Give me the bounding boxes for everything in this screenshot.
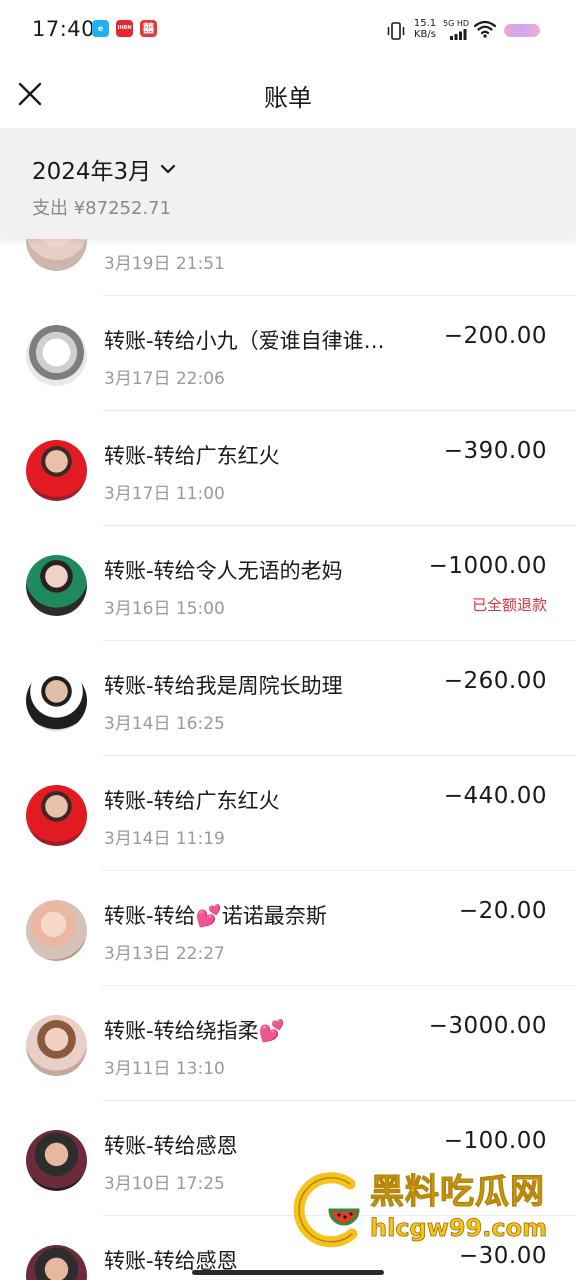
transaction-title: 转账-转给广东红火 [104,444,280,468]
transaction-title: 转账-转给💕诺诺最奈斯 [104,904,327,928]
transaction-time: 3月14日 11:19 [104,829,225,849]
network-speed: 15.1 KB/s [411,18,439,40]
avatar [26,1015,87,1076]
app-notification-icon: 囍 [140,20,157,37]
transaction-title: 转账-转给我是周院长助理 [104,674,343,698]
vibrate-icon [387,22,405,40]
transaction-amount: −1000.00 [428,553,547,579]
transaction-title: 转账-转给令人无语的老妈 [104,559,343,583]
transaction-time: 3月16日 15:00 [104,599,225,619]
month-header: 2024年3月 支出 ¥87252.71 [0,128,576,239]
transaction-amount: −390.00 [443,438,547,464]
avatar [26,325,87,386]
transaction-time: 3月10日 17:25 [104,1174,225,1194]
app-notification-icon: IHBN [116,20,133,37]
watermark: 黑料吃瓜网 hlcgw99.com [292,1160,576,1260]
transaction-time: 3月11日 13:10 [104,1059,225,1079]
cellular-signal: 5G HD [443,19,469,41]
month-selector[interactable]: 2024年3月 [32,152,177,186]
watermelon-logo-icon [293,1172,360,1248]
network-speed-value: 15.1 [413,18,437,29]
transaction-amount: −3000.00 [428,1013,547,1039]
transaction-row[interactable]: 转账-转给广东红火 3月17日 11:00 −390.00 [0,411,576,526]
status-time: 17:40 [32,17,96,41]
transaction-amount: −20.00 [458,898,547,924]
network-speed-unit: KB/s [414,29,436,40]
transaction-time: 3月17日 22:06 [104,369,225,389]
battery-icon [504,24,540,37]
transaction-row[interactable]: 转账-转给令人无语的老妈 3月16日 15:00 −1000.00 已全额退款 [0,526,576,641]
avatar [26,1130,87,1191]
avatar [26,900,87,961]
watermark-name: 黑料吃瓜网 [370,1172,545,1213]
avatar [26,785,87,846]
transaction-time: 3月14日 16:25 [104,714,225,734]
transaction-list: 3月19日 21:51 转账-转给小九（爱谁自律谁… 3月17日 22:06 −… [0,181,576,1280]
refund-status: 已全额退款 [471,596,547,614]
transaction-title: 转账-转给小九（爱谁自律谁… [104,329,385,353]
wifi-icon [474,20,496,38]
avatar [26,670,87,731]
transaction-title: 转账-转给绕指柔💕 [104,1019,285,1043]
transaction-time: 3月17日 11:00 [104,484,225,504]
watermark-url: hlcgw99.com [370,1214,548,1243]
home-indicator[interactable] [192,1270,384,1275]
transaction-time: 3月19日 21:51 [104,254,225,274]
transaction-row[interactable]: 转账-转给绕指柔💕 3月11日 13:10 −3000.00 [0,986,576,1101]
transaction-amount: −440.00 [443,783,547,809]
transaction-amount: −200.00 [443,323,547,349]
avatar [26,440,87,501]
signal-icon [450,29,467,40]
expense-summary: 支出 ¥87252.71 [32,198,172,219]
app-notification-icon: e [92,20,109,37]
transaction-row[interactable]: 转账-转给我是周院长助理 3月14日 16:25 −260.00 [0,641,576,756]
month-label: 2024年3月 [32,159,152,185]
transaction-title: 转账-转给广东红火 [104,789,280,813]
avatar [26,1245,87,1280]
title-bar: 账单 [0,60,576,128]
transaction-row[interactable]: 转账-转给广东红火 3月14日 11:19 −440.00 [0,756,576,871]
transaction-title: 转账-转给感恩 [104,1134,238,1158]
signal-label: 5G HD [443,19,470,28]
page-title: 账单 [264,84,312,112]
status-bar: 17:40 e IHBN 囍 15.1 KB/s 5G HD [0,0,576,60]
transaction-amount: −260.00 [443,668,547,694]
transaction-row[interactable]: 转账-转给💕诺诺最奈斯 3月13日 22:27 −20.00 [0,871,576,986]
transaction-row[interactable]: 转账-转给小九（爱谁自律谁… 3月17日 22:06 −200.00 [0,296,576,411]
avatar [26,555,87,616]
transaction-amount: −100.00 [443,1128,547,1154]
chevron-down-icon [161,164,176,174]
transaction-time: 3月13日 22:27 [104,944,225,964]
